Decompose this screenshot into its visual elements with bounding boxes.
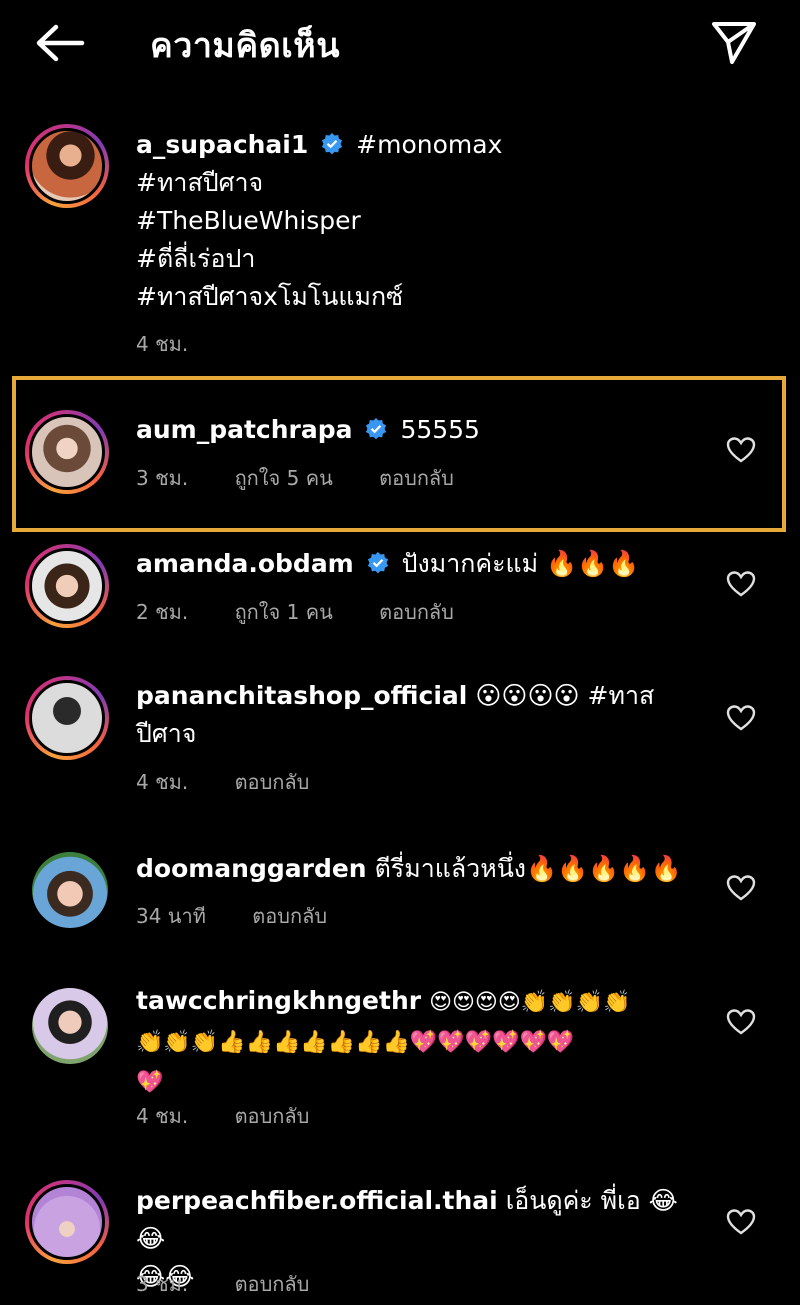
heart-icon[interactable] [726,570,756,598]
comment-text: #TheBlueWhisper [136,206,361,235]
comment-time: 3 ชม. [136,466,189,490]
verified-badge-icon [367,552,388,574]
comment-username[interactable]: pananchitashop_official [136,681,467,710]
comment-text: ปังมากค่ะแม่ 🔥🔥🔥 [401,549,640,578]
comment-likes[interactable]: ถูกใจ 5 คน [235,466,333,490]
comment-text: 👏👏👏👍👍👍👍👍👍👍💖💖💖💖💖💖 [136,1030,575,1055]
reply-button[interactable]: ตอบกลับ [379,466,454,490]
comment-text: #ตี่ลี่เร่อปา [136,244,256,273]
comment-likes[interactable]: ถูกใจ 1 คน [235,600,333,624]
avatar[interactable] [25,410,109,494]
reply-button[interactable]: ตอบกลับ [379,600,454,624]
verified-badge-icon [366,418,387,440]
heart-icon[interactable] [726,874,756,902]
comment-text: 😍😍😍😍👏👏👏👏 [429,990,631,1015]
comment-username[interactable]: tawcchringkhngethr [136,986,421,1015]
comment-time: 34 นาที [136,904,206,928]
comment-time: 2 ชม. [136,600,189,624]
comment-text: 💖 [136,1070,164,1095]
avatar[interactable] [25,1180,109,1264]
comment-time: 4 ชม. [136,332,189,356]
verified-badge-icon [322,133,343,155]
avatar[interactable] [25,544,109,628]
reply-button[interactable]: ตอบกลับ [235,1272,310,1296]
comment-text: #ทาสปีศาจxโมโนแมกซ์ [136,282,404,311]
comment-text: 55555 [400,415,480,444]
arrow-left-icon[interactable] [34,22,86,64]
avatar[interactable] [25,124,109,208]
comment-username[interactable]: doomanggarden [136,854,367,883]
reply-button[interactable]: ตอบกลับ [252,904,327,928]
comment-time: 4 ชม. [136,1104,189,1128]
comment-text: ปีศาจ [136,719,197,748]
paper-plane-icon[interactable] [708,18,760,66]
comment-username[interactable]: a_supachai1 [136,130,308,159]
comment-text: #ทาสปีศาจ [136,168,264,197]
comment-text: 😮😮😮😮 #ทาส [475,681,655,710]
avatar[interactable] [32,852,108,928]
heart-icon[interactable] [726,436,756,464]
comment-text: ตีรี่มาแล้วหนึ่ง🔥🔥🔥🔥🔥 [374,854,682,883]
heart-icon[interactable] [726,1208,756,1236]
avatar[interactable] [25,676,109,760]
reply-button[interactable]: ตอบกลับ [235,1104,310,1128]
reply-button[interactable]: ตอบกลับ [235,770,310,794]
comment-time: 3 ชม. [136,1272,189,1296]
heart-icon[interactable] [726,704,756,732]
avatar[interactable] [32,988,108,1064]
heart-icon[interactable] [726,1008,756,1036]
comment-time: 4 ชม. [136,770,189,794]
comment-username[interactable]: perpeachfiber.official.thai [136,1186,498,1215]
top-bar: ความคิดเห็น [0,0,800,90]
comment-username[interactable]: amanda.obdam [136,549,354,578]
highlight-box [12,376,786,532]
comment-text: #monomax [356,130,503,159]
page-title: ความคิดเห็น [150,26,340,66]
comment-username[interactable]: aum_patchrapa [136,415,353,444]
